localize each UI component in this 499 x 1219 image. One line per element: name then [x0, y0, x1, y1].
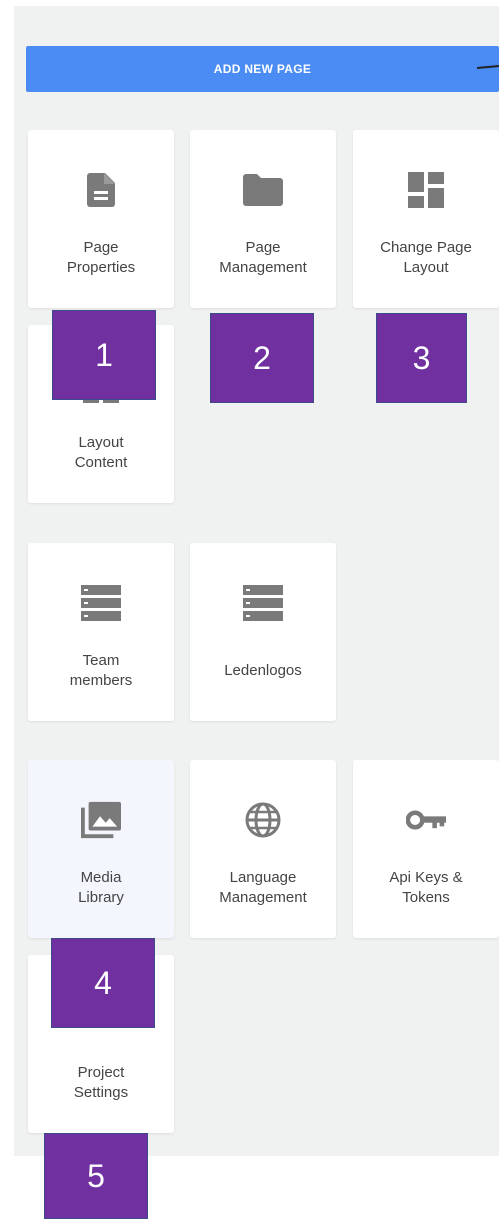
- document-icon: [81, 170, 121, 210]
- card-label: Page Properties: [66, 239, 136, 276]
- card-label: Team members: [69, 652, 133, 689]
- add-new-page-label: ADD NEW PAGE: [213, 62, 312, 76]
- media-library-card[interactable]: Media Library: [28, 760, 174, 938]
- add-new-page-button[interactable]: ADD NEW PAGE: [26, 46, 499, 92]
- card-label: Project Settings: [73, 1064, 129, 1101]
- folder-icon: [243, 170, 283, 210]
- card-label: Change Page Layout: [380, 239, 472, 276]
- card-label: Ledenlogos: [224, 662, 302, 679]
- list-icon: [243, 583, 283, 623]
- dashboard-icon: [406, 170, 446, 210]
- change-page-layout-card[interactable]: Change Page Layout: [353, 130, 499, 308]
- annotation-badge-4: 4: [51, 938, 155, 1028]
- ledenlogos-card[interactable]: Ledenlogos: [190, 543, 336, 721]
- page-properties-card[interactable]: Page Properties: [28, 130, 174, 308]
- card-label: Media Library: [78, 869, 124, 906]
- page-management-card[interactable]: Page Management: [190, 130, 336, 308]
- card-label: Api Keys & Tokens: [389, 869, 463, 906]
- list-icon: [81, 583, 121, 623]
- api-keys-card[interactable]: Api Keys & Tokens: [353, 760, 499, 938]
- annotation-badge-2: 2: [210, 313, 314, 403]
- annotation-badge-1: 1: [52, 310, 156, 400]
- team-members-card[interactable]: Team members: [28, 543, 174, 721]
- globe-icon: [243, 800, 283, 840]
- key-icon: [406, 800, 446, 840]
- card-label: Layout Content: [74, 434, 128, 471]
- card-label: Page Management: [219, 239, 307, 276]
- annotation-badge-5: 5: [44, 1133, 148, 1219]
- card-label: Language Management: [219, 869, 307, 906]
- photo-library-icon: [81, 800, 121, 840]
- annotation-badge-3: 3: [376, 313, 467, 403]
- language-management-card[interactable]: Language Management: [190, 760, 336, 938]
